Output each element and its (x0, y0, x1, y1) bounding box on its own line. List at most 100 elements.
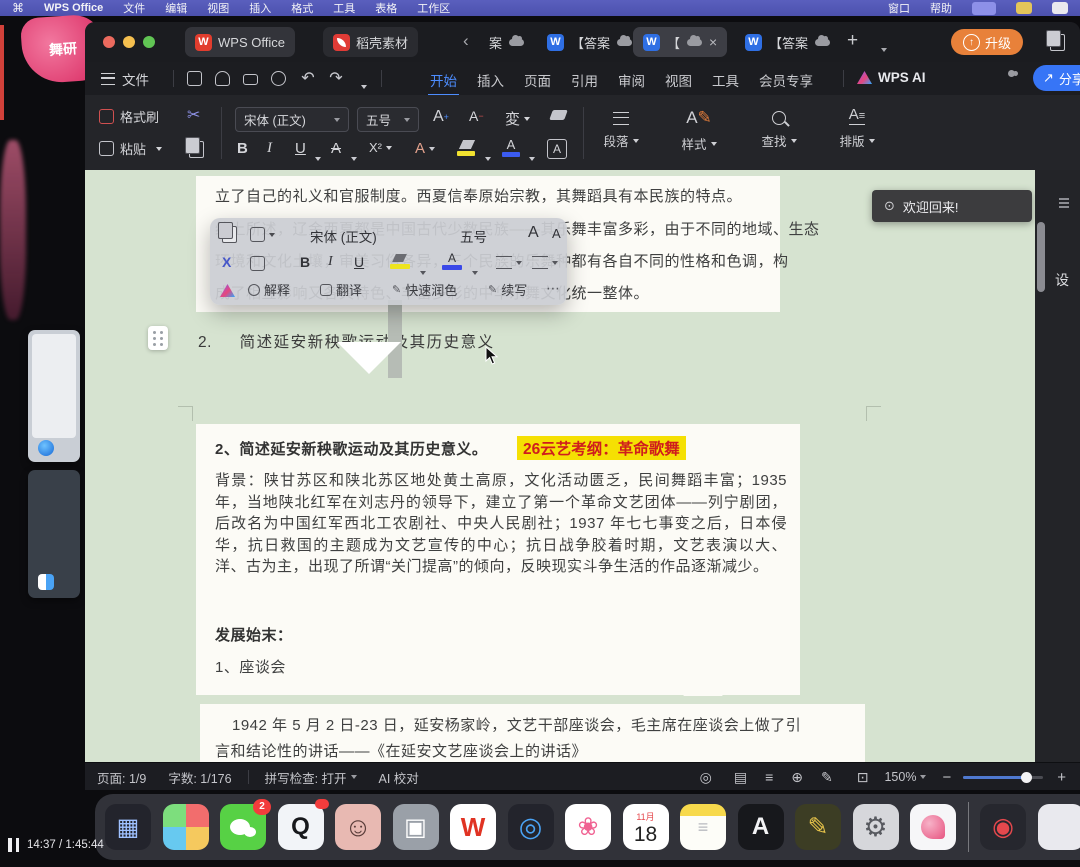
page-view-icon[interactable]: ▤ (734, 769, 747, 786)
status-menu-icon[interactable] (1016, 2, 1032, 14)
ribbon-tab-review[interactable]: 审阅 (616, 66, 647, 94)
mini-italic-button[interactable]: I (328, 254, 333, 270)
doc-tab-2[interactable]: W 【答案 (537, 27, 642, 57)
mini-ai-translate-button[interactable]: 翻译 (320, 280, 362, 299)
screen-recorder-icon[interactable]: ◉ (980, 804, 1026, 850)
mini-font-color-button[interactable]: A (442, 252, 462, 270)
answer-heading[interactable]: 2、简述延安新秧歌运动及其历史意义。 (215, 438, 487, 459)
doc-line[interactable]: 言和结论性的讲话——《在延安文艺座谈会上的讲话》 (215, 740, 587, 761)
doc-tab-active[interactable]: W 【 × (633, 27, 728, 57)
zoom-window-button[interactable] (143, 36, 155, 48)
menubar-item-table[interactable]: 表格 (375, 0, 397, 16)
wechat-icon[interactable]: 2 (220, 799, 271, 850)
mini-font-color-chevron[interactable] (468, 262, 478, 280)
launchpad-icon[interactable] (162, 804, 209, 850)
notes-icon[interactable]: ≡ (680, 804, 726, 850)
answer-dev-heading[interactable]: 发展始末： (215, 624, 293, 645)
calendar-icon[interactable]: 11月 18 (622, 804, 669, 850)
menubar-item-tools[interactable]: 工具 (333, 0, 355, 16)
zoom-slider-knob[interactable] (1021, 771, 1033, 783)
tab-docer[interactable]: 稻壳素材 (323, 27, 419, 57)
outline-view-icon[interactable]: ≡ (765, 769, 773, 785)
ribbon-tab-reference[interactable]: 引用 (569, 66, 600, 94)
menubar-item-edit[interactable]: 编辑 (165, 0, 187, 16)
wps-office-icon[interactable]: W (450, 804, 496, 850)
underline-button[interactable]: U (295, 140, 306, 157)
menubar-item-view[interactable]: 视图 (207, 0, 229, 16)
ribbon-tab-member[interactable]: 会员专享 (757, 66, 815, 94)
layout-group-button[interactable]: A≡ 排版 (831, 107, 883, 150)
doc-tab-3[interactable]: W 【答案 (735, 27, 840, 57)
menubar-item-format[interactable]: 格式 (291, 0, 313, 16)
mini-highlight-button[interactable] (390, 254, 410, 269)
apple-menu-icon[interactable]: ⌘ (12, 1, 24, 15)
menubar-item-workspace[interactable]: 工作区 (417, 0, 450, 16)
ribbon-tab-view[interactable]: 视图 (663, 66, 694, 94)
wps-ai-button[interactable]: WPS AI (857, 70, 926, 85)
quickbar-more-icon[interactable] (357, 76, 367, 94)
partial-app-icon[interactable] (1037, 804, 1080, 850)
decrease-font-button[interactable]: A − (469, 108, 484, 124)
file-menu-button[interactable]: 文件 (101, 69, 149, 89)
mini-underline-button[interactable]: U (354, 254, 364, 270)
doc-tab-1[interactable]: 案 (479, 27, 534, 57)
menubar-item-file[interactable]: 文件 (123, 0, 145, 16)
minimize-window-button[interactable] (123, 36, 135, 48)
ribbon-tab-insert[interactable]: 插入 (475, 66, 506, 94)
mini-line-spacing-button[interactable] (532, 256, 558, 269)
undo-button[interactable]: ↶ (297, 67, 319, 89)
mini-font-size[interactable]: 五号 (460, 226, 487, 246)
paragraph-group-button[interactable]: 段落 (595, 107, 647, 150)
word-count[interactable]: 字数: 1/176 (168, 768, 231, 787)
italic-button[interactable]: I (267, 140, 272, 157)
merge-windows-icon[interactable] (1046, 30, 1065, 51)
photos-icon[interactable]: ❀ (565, 804, 611, 850)
control-center-icon[interactable] (1052, 2, 1068, 14)
mini-ai-polish-button[interactable]: ✎ 快速润色 (392, 280, 457, 299)
highlight-color-button[interactable] (457, 140, 477, 156)
mini-bold-button[interactable]: B (300, 254, 310, 270)
font-family-select[interactable]: 宋体 (正文) (235, 107, 349, 132)
zoom-level[interactable]: 150% (884, 770, 927, 784)
find-group-button[interactable]: 查找 (753, 107, 805, 150)
tab-scroll-left-icon[interactable]: ‹ (463, 31, 469, 51)
doc-scrollbar-thumb[interactable] (1037, 222, 1045, 292)
spellcheck-toggle[interactable]: 拼写检查: 打开 (265, 768, 357, 787)
welcome-toast[interactable]: ⊙ 欢迎回来! (872, 190, 1032, 222)
ribbon-tab-page[interactable]: 页面 (522, 66, 553, 94)
save-button[interactable] (183, 67, 205, 89)
document-canvas[interactable]: 立了自己的礼义和官服制度。西夏信奉原始宗教，其舞蹈具有本民族的特点。 综上所述，… (85, 170, 1035, 762)
answer-dev-item[interactable]: 1、座谈会 (215, 656, 286, 677)
media-editor-icon[interactable]: A (737, 804, 784, 850)
mini-paste-button[interactable] (250, 227, 275, 242)
design-swirl-app-icon[interactable] (910, 804, 956, 850)
mini-list-button[interactable] (496, 256, 522, 269)
system-settings-icon[interactable]: ⚙ (852, 804, 899, 850)
styles-group-button[interactable]: A✎ 样式 (673, 107, 725, 153)
mini-ai-continue-button[interactable]: ✎ 续写 (488, 280, 527, 299)
redo-button[interactable]: ↷ (325, 67, 347, 89)
fullscreen-icon[interactable]: ⊡ (857, 769, 869, 786)
mini-ai-explain-button[interactable]: 解释 (248, 280, 290, 299)
copy-button[interactable] (185, 137, 204, 158)
mini-cut-button[interactable]: X (222, 254, 231, 270)
pencil-app-icon[interactable]: ✎ (795, 804, 841, 850)
text-effect-button[interactable]: 変 (505, 108, 531, 129)
format-painter-button[interactable]: 格式刷 (99, 107, 159, 126)
print-button[interactable] (239, 67, 261, 89)
tab-list-chevron-icon[interactable] (877, 39, 887, 57)
character-border-button[interactable]: A (547, 139, 567, 159)
qq-icon[interactable]: Q (277, 799, 329, 850)
menubar-item-help[interactable]: 帮助 (930, 0, 952, 16)
tab-wps-home[interactable]: W WPS Office (185, 27, 295, 57)
mini-more-button[interactable]: ⋯ (546, 280, 560, 297)
strikethrough-chevron-icon[interactable] (347, 148, 357, 166)
print-preview-button[interactable] (267, 67, 289, 89)
window-thumbnail-browser[interactable] (28, 330, 80, 462)
mini-decrease-font-button[interactable]: A (552, 226, 561, 241)
close-window-button[interactable] (103, 36, 115, 48)
doc-line[interactable]: 立了自己的礼义和官服制度。西夏信奉原始宗教，其舞蹈具有本民族的特点。 (215, 185, 742, 206)
font-color-button[interactable]: A (501, 138, 521, 157)
web-view-icon[interactable]: ⊕ (791, 769, 803, 786)
answer-background-paragraph[interactable]: 背景：陕甘苏区和陕北苏区地处黄土高原，文化活动匮乏，民间舞蹈丰富；1935 年，… (215, 470, 787, 578)
